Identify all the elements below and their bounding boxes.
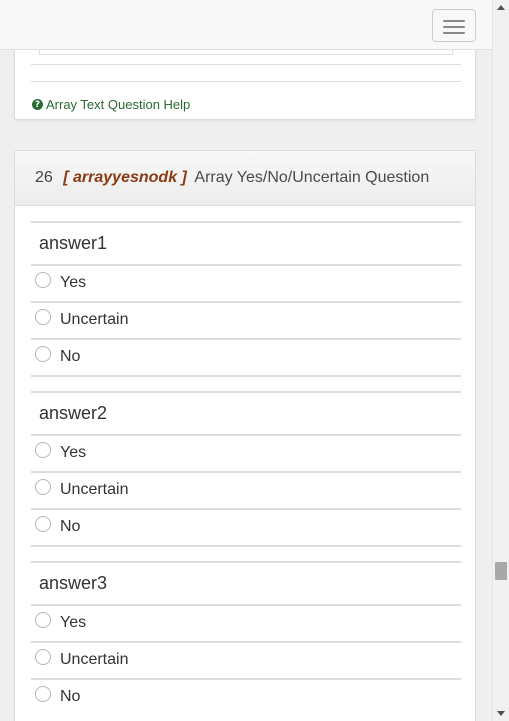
subquestion-label: answer3	[39, 573, 108, 593]
question-title: 26 [ arrayyesnodk ] Array Yes/No/Uncerta…	[35, 169, 429, 187]
option-row[interactable]: Yes	[31, 604, 461, 641]
option-row[interactable]: Yes	[31, 264, 461, 301]
option-label: Yes	[60, 444, 87, 461]
option-label: No	[60, 688, 81, 705]
divider	[31, 545, 461, 547]
question-header: 26 [ arrayyesnodk ] Array Yes/No/Uncerta…	[15, 151, 475, 206]
menu-toggle-button[interactable]	[432, 9, 476, 42]
option-label: Uncertain	[60, 651, 129, 668]
option-label: Yes	[60, 614, 87, 631]
divider	[31, 391, 461, 393]
radio-button[interactable]	[35, 479, 51, 495]
question-code: [ arrayyesnodk ]	[63, 169, 187, 186]
radio-button[interactable]	[35, 686, 51, 702]
radio-button[interactable]	[35, 649, 51, 665]
radio-button[interactable]	[35, 442, 51, 458]
radio-button[interactable]	[35, 272, 51, 288]
question-number: 26	[35, 169, 53, 186]
option-label: No	[60, 518, 81, 535]
option-row[interactable]: Uncertain	[31, 641, 461, 678]
radio-button[interactable]	[35, 516, 51, 532]
option-label: No	[60, 348, 81, 365]
question-help: ? Array Text Question Help	[32, 97, 190, 112]
vertical-scrollbar[interactable]	[492, 0, 509, 721]
question-text: Array Yes/No/Uncertain Question	[194, 169, 430, 186]
question-help-text: Array Text Question Help	[46, 97, 191, 112]
scroll-up-arrow-icon[interactable]	[497, 5, 505, 10]
divider	[31, 64, 461, 65]
option-row[interactable]: Uncertain	[31, 471, 461, 508]
subquestion-label: answer1	[39, 233, 108, 253]
top-navbar	[0, 0, 492, 50]
option-row[interactable]: No	[31, 508, 461, 545]
divider	[31, 561, 461, 563]
option-label: Uncertain	[60, 481, 129, 498]
divider	[31, 81, 461, 82]
divider	[31, 221, 461, 223]
option-row[interactable]: Uncertain	[31, 301, 461, 338]
option-row[interactable]: No	[31, 338, 461, 375]
scroll-down-arrow-icon[interactable]	[497, 711, 505, 716]
option-label: Uncertain	[60, 311, 129, 328]
radio-button[interactable]	[35, 346, 51, 362]
question-circle-icon: ?	[32, 99, 43, 110]
radio-button[interactable]	[35, 309, 51, 325]
divider	[31, 375, 461, 377]
hamburger-icon-bar	[443, 32, 465, 34]
radio-button[interactable]	[35, 612, 51, 628]
question-panel: 26 [ arrayyesnodk ] Array Yes/No/Uncerta…	[14, 150, 476, 721]
hamburger-icon-bar	[443, 26, 465, 28]
scrollbar-thumb[interactable]	[495, 562, 507, 580]
option-row[interactable]: No	[31, 678, 461, 715]
option-row[interactable]: Yes	[31, 434, 461, 471]
hamburger-icon	[443, 20, 465, 22]
option-label: Yes	[60, 274, 87, 291]
subquestion-label: answer2	[39, 403, 108, 423]
